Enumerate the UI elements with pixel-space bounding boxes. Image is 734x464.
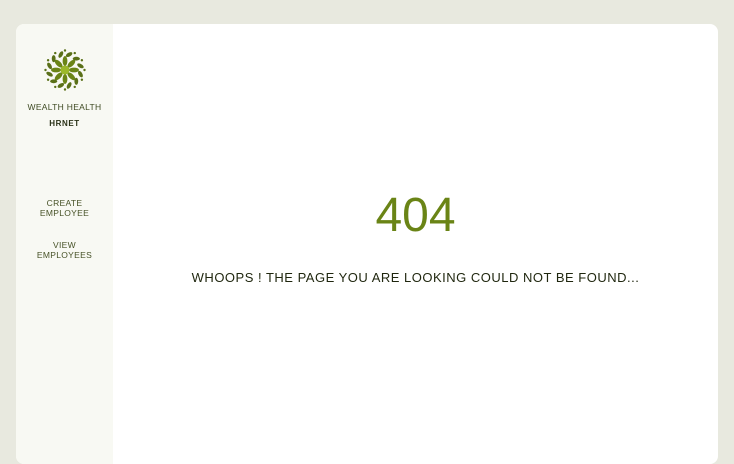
sidebar: WEALTH HEALTH HRNET CREATE EMPLOYEE VIEW… <box>16 24 113 464</box>
main-content: 404 WHOOPS ! THE PAGE YOU ARE LOOKING CO… <box>113 24 718 464</box>
sidebar-item-view-employees[interactable]: VIEW EMPLOYEES <box>30 240 100 260</box>
app-window: WEALTH HEALTH HRNET CREATE EMPLOYEE VIEW… <box>16 24 718 464</box>
sidebar-item-create-employee[interactable]: CREATE EMPLOYEE <box>30 198 100 218</box>
brand-name: WEALTH HEALTH <box>27 102 102 112</box>
error-code: 404 <box>375 189 456 242</box>
error-message: WHOOPS ! THE PAGE YOU ARE LOOKING COULD … <box>191 270 640 285</box>
sidebar-nav: CREATE EMPLOYEE VIEW EMPLOYEES <box>30 198 100 260</box>
flower-mandala-icon[interactable] <box>43 48 87 92</box>
app-name: HRNET <box>49 119 80 128</box>
